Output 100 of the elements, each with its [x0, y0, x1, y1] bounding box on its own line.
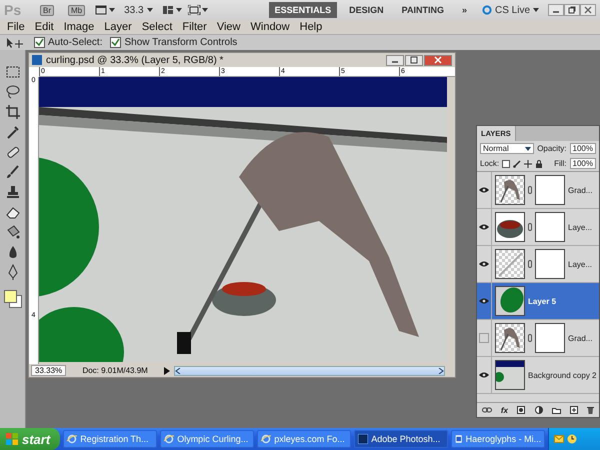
- marquee-icon[interactable]: [4, 64, 20, 80]
- menu-item[interactable]: Filter: [177, 21, 212, 33]
- horizontal-scrollbar[interactable]: [174, 366, 445, 376]
- checkbox[interactable]: [110, 37, 122, 48]
- app-icon: [358, 434, 368, 444]
- chain-icon: [528, 260, 532, 268]
- eye-icon[interactable]: [477, 246, 492, 282]
- menu-item[interactable]: Select: [136, 21, 178, 33]
- eyedropper-icon[interactable]: [4, 124, 20, 140]
- blend-mode-dropdown[interactable]: Normal: [480, 143, 534, 154]
- layer-name: Background copy 2: [528, 370, 596, 380]
- zoom-dropdown[interactable]: 33.3: [121, 4, 156, 16]
- visibility-toggle[interactable]: [477, 320, 492, 356]
- layer-row[interactable]: Laye...: [477, 209, 599, 246]
- restore-button[interactable]: [564, 4, 580, 16]
- minimize-button[interactable]: [386, 54, 404, 66]
- more-button[interactable]: »: [456, 2, 473, 18]
- lock-move-icon[interactable]: [524, 160, 532, 168]
- maximize-button[interactable]: [405, 54, 423, 66]
- maximize-icon: [410, 56, 418, 64]
- layer-row[interactable]: Layer 5: [477, 283, 599, 320]
- lock-transparency-icon[interactable]: [502, 160, 510, 168]
- close-button[interactable]: [424, 54, 452, 66]
- move-tool-icon[interactable]: [6, 36, 26, 48]
- eye-icon[interactable]: [477, 357, 492, 393]
- zoom-field[interactable]: 33.33%: [31, 365, 66, 376]
- screen-frame-icon[interactable]: [188, 5, 208, 15]
- opacity-field[interactable]: 100%: [570, 143, 596, 154]
- layer-row[interactable]: Grad...: [477, 320, 599, 357]
- taskbar-button[interactable]: pxleyes.com Fo...: [257, 430, 352, 448]
- workspace-button[interactable]: DESIGN: [343, 2, 390, 18]
- menu-item[interactable]: View: [212, 21, 246, 33]
- launch-button[interactable]: Mb: [68, 4, 86, 16]
- caret-icon: [146, 8, 153, 12]
- layer-row[interactable]: Background copy 2: [477, 357, 599, 394]
- layer-name: Layer 5: [528, 296, 556, 306]
- taskbar-button[interactable]: Haeroglyphs - Mi...: [451, 430, 546, 448]
- document-icon: [455, 434, 463, 444]
- workspace-button[interactable]: ESSENTIALS: [268, 2, 338, 18]
- adjustment-icon[interactable]: [534, 406, 543, 414]
- browser-icon: [261, 434, 272, 444]
- cs-live-button[interactable]: CS Live: [478, 4, 542, 16]
- eye-shape: [479, 261, 489, 267]
- eye-icon[interactable]: [477, 209, 492, 245]
- close-button[interactable]: [580, 4, 596, 16]
- new-layer-icon[interactable]: [570, 406, 578, 414]
- checkbox-label: Auto-Select:: [48, 37, 102, 48]
- chain-icon: [528, 223, 532, 231]
- fill-field[interactable]: 100%: [570, 158, 596, 169]
- bucket-icon[interactable]: [4, 224, 20, 240]
- layer-name: Laye...: [568, 222, 592, 232]
- eye-icon[interactable]: [477, 283, 492, 319]
- check-icon: [35, 38, 44, 47]
- folder-icon[interactable]: [552, 406, 561, 414]
- restore-icon: [568, 6, 576, 14]
- document-title: curling.psd @ 33.3% (Layer 5, RGB/8) *: [46, 54, 224, 66]
- lock-icon[interactable]: [535, 160, 544, 168]
- checkbox-label: Show Transform Controls: [124, 37, 238, 48]
- taskbar-button[interactable]: Adobe Photosh...: [354, 430, 448, 448]
- stamp-icon[interactable]: [4, 184, 20, 200]
- menu-item[interactable]: Window: [246, 21, 295, 33]
- taskbar-button[interactable]: Registration Th...: [63, 430, 158, 448]
- eye-shape: [479, 224, 489, 230]
- document-icon: [32, 55, 42, 65]
- link-icon[interactable]: [482, 407, 492, 413]
- menu-item[interactable]: File: [2, 21, 30, 33]
- lock-brush-icon[interactable]: [513, 160, 522, 168]
- checkbox[interactable]: [34, 37, 45, 48]
- launch-button[interactable]: Br: [40, 4, 54, 16]
- caret-icon: [533, 8, 539, 12]
- play-icon[interactable]: [164, 366, 170, 374]
- menu-item[interactable]: Help: [294, 21, 328, 33]
- layer-row[interactable]: Laye...: [477, 246, 599, 283]
- mask-icon[interactable]: [517, 406, 526, 414]
- eye-icon[interactable]: [477, 172, 492, 208]
- menu-item[interactable]: Layer: [99, 21, 137, 33]
- brush-icon[interactable]: [4, 164, 20, 180]
- layer-name: Grad...: [568, 186, 592, 194]
- menu-item[interactable]: Edit: [30, 21, 59, 33]
- crop-icon[interactable]: [4, 104, 20, 120]
- app-logo: Ps: [4, 2, 22, 18]
- trash-icon[interactable]: [587, 406, 594, 414]
- lock-label: Lock:: [480, 159, 500, 168]
- menu-item[interactable]: Image: [58, 21, 100, 33]
- screen-mode-icon[interactable]: [95, 5, 116, 15]
- color-swatches-icon[interactable]: [4, 290, 22, 308]
- close-icon: [434, 56, 442, 64]
- taskbar-button[interactable]: Olympic Curling...: [160, 430, 254, 448]
- eye-shape: [479, 187, 489, 193]
- arrange-icon[interactable]: [162, 5, 182, 15]
- minimize-button[interactable]: [548, 4, 564, 16]
- fill-label: Fill:: [554, 159, 567, 168]
- browser-icon: [67, 434, 78, 444]
- clock-icon[interactable]: [567, 434, 578, 444]
- layer-thumbnail: [495, 323, 525, 353]
- workspace-button[interactable]: PAINTING: [396, 2, 450, 18]
- lasso-icon[interactable]: [4, 84, 20, 100]
- windows-flag-icon: [6, 433, 18, 445]
- fx-button[interactable]: fx: [500, 406, 508, 414]
- layer-row[interactable]: Grad...: [477, 172, 599, 209]
